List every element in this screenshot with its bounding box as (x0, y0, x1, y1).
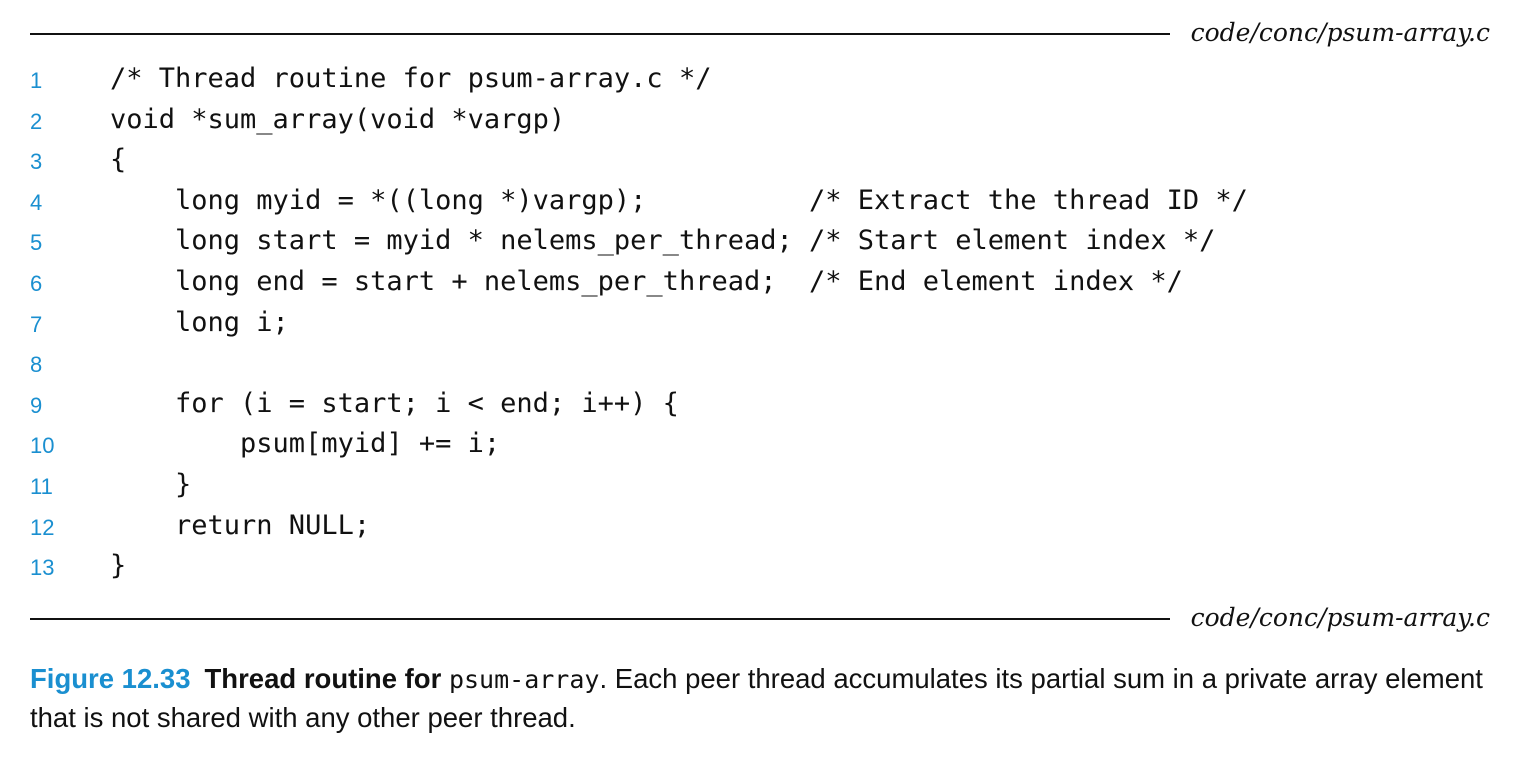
code-line: 12 return NULL; (0, 507, 1526, 548)
code-text: /* Thread routine for psum-array.c */ (110, 63, 712, 94)
top-rule (30, 33, 1170, 35)
bottom-rule (30, 618, 1170, 620)
code-line: 5 long start = myid * nelems_per_thread;… (0, 222, 1526, 263)
source-header: code/conc/psum-array.c (30, 12, 1500, 52)
code-line: 13} (0, 547, 1526, 588)
code-line: 1 /* Thread routine for psum-array.c */ (0, 60, 1526, 101)
code-line: 4 long myid = *((long *)vargp); /* Extra… (0, 182, 1526, 223)
line-number: 11 (30, 473, 53, 499)
code-text: void *sum_array(void *vargp) (110, 103, 566, 135)
code-line: 7 long i; (0, 304, 1526, 345)
figure-title: Thread routine for (204, 663, 442, 694)
code-text: } (110, 468, 192, 500)
line-number: 1 (30, 68, 43, 93)
code-line: 11 } (0, 466, 1526, 507)
line-number: 5 (30, 230, 43, 256)
code-text: psum[myid] += i; (110, 428, 501, 460)
line-number: 6 (30, 270, 43, 296)
code-text: long i; (110, 306, 289, 338)
code-text: long end = start + nelems_per_thread; /*… (110, 265, 1183, 297)
code-line: 8 (0, 344, 1526, 385)
code-text: return NULL; (110, 509, 371, 541)
code-line: 3{ (0, 141, 1526, 182)
code-line: 10 psum[myid] += i; (0, 425, 1526, 466)
code-listing: 1 /* Thread routine for psum-array.c */ 2 v… (0, 60, 1526, 588)
code-text: for (i = start; i < end; i++) { (110, 387, 679, 419)
line-number: 8 (30, 352, 43, 378)
figure-title-code: psum-array (448, 665, 600, 694)
figure-label: Figure 12.33 (30, 663, 191, 694)
code-line: 9 for (i = start; i < end; i++) { (0, 385, 1526, 426)
line-number: 2 (30, 108, 43, 134)
line-number: 10 (30, 433, 55, 459)
line-number: 9 (30, 392, 43, 418)
line-number: 7 (30, 311, 43, 337)
figure-caption: Figure 12.33 Thread routine for psum-arra… (30, 660, 1496, 737)
source-path-top: code/conc/psum-array.c (1190, 18, 1490, 47)
line-number: 13 (30, 555, 55, 581)
code-line: 6 long end = start + nelems_per_thread; … (0, 263, 1526, 304)
source-path-bottom: code/conc/psum-array.c (1190, 603, 1490, 632)
code-text: } (110, 550, 127, 582)
line-number: 3 (30, 149, 43, 175)
code-text: long myid = *((long *)vargp); /* Extract… (110, 184, 1248, 216)
code-text: { (110, 144, 127, 176)
line-number: 4 (30, 189, 43, 215)
source-footer: code/conc/psum-array.c (30, 600, 1500, 640)
code-line: 2 void *sum_array(void *vargp) (0, 101, 1526, 142)
code-text: long start = myid * nelems_per_thread; /… (110, 225, 1216, 257)
line-number: 12 (30, 514, 55, 540)
